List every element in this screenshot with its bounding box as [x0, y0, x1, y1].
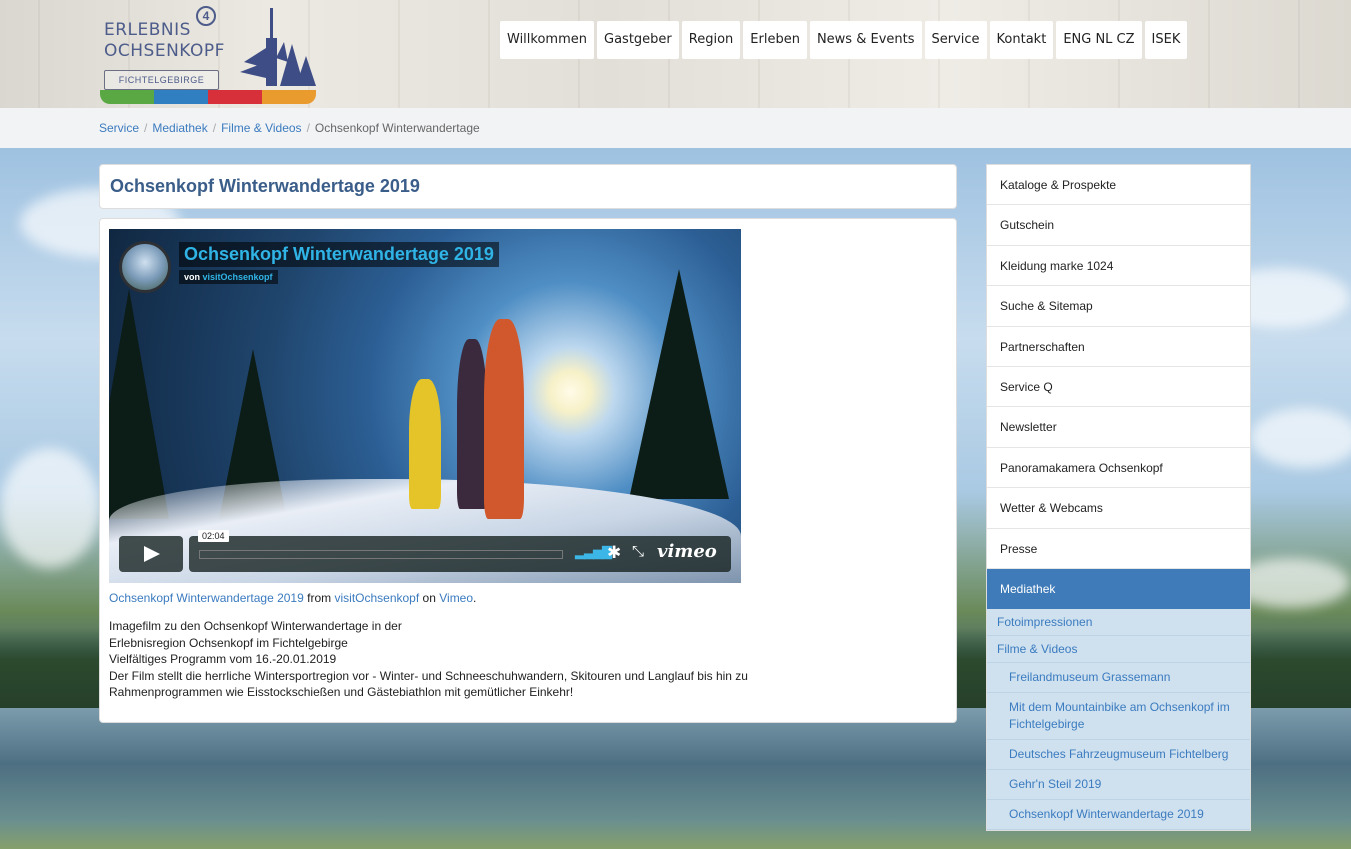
sidebar-item-gutschein[interactable]: Gutschein — [987, 205, 1250, 246]
sidebar-item-wetter-webcams[interactable]: Wetter & Webcams — [987, 488, 1250, 529]
logo-line1: ERLEBNIS — [104, 20, 191, 40]
sidebar-item-newsletter[interactable]: Newsletter — [987, 407, 1250, 448]
caption-on: on — [422, 591, 436, 605]
nav-region[interactable]: Region — [681, 21, 741, 59]
channel-avatar[interactable] — [119, 241, 171, 293]
sidebar-item-kataloge[interactable]: Kataloge & Prospekte — [987, 165, 1250, 206]
video-controls: 02:04 ▂▃▅▇ ✱ ⤡ vimeo — [119, 530, 731, 574]
video-title[interactable]: Ochsenkopf Winterwandertage 2019 — [179, 242, 499, 267]
breadcrumb-service[interactable]: Service — [99, 121, 139, 135]
video-caption: Ochsenkopf Winterwandertage 2019 from vi… — [109, 591, 476, 605]
sidebar-subitem-filme-videos[interactable]: Filme & Videos — [987, 636, 1250, 664]
breadcrumb-filme-videos[interactable]: Filme & Videos — [221, 121, 301, 135]
logo-line2: OCHSENKOPF — [104, 41, 225, 61]
sidebar-item-partnerschaften[interactable]: Partnerschaften — [987, 327, 1250, 367]
control-bar: 02:04 ▂▃▅▇ ✱ ⤡ vimeo — [189, 530, 731, 572]
nav-news-events[interactable]: News & Events — [809, 21, 922, 59]
caption-from: from — [307, 591, 332, 605]
breadcrumb-separator: / — [144, 121, 148, 135]
nav-service[interactable]: Service — [924, 21, 987, 59]
sidebar-item-service-q[interactable]: Service Q — [987, 367, 1250, 408]
sidebar-video-winterwandertage[interactable]: Ochsenkopf Winterwandertage 2019 — [987, 800, 1250, 831]
tower-icon — [240, 8, 316, 86]
logo-subtitle: FICHTELGEBIRGE — [104, 70, 219, 90]
site-logo[interactable]: ERLEBNIS 4 OCHSENKOPF FICHTELGEBIRGE — [100, 4, 316, 104]
logo-badge: 4 — [196, 6, 216, 26]
video-author-line: von visitOchsenkopf — [179, 270, 278, 284]
description-line: Erlebnisregion Ochsenkopf im Fichtelgebi… — [109, 635, 348, 650]
breadcrumb-separator: / — [306, 121, 310, 135]
gear-icon[interactable]: ✱ — [607, 543, 621, 563]
sidebar-item-mediathek[interactable]: Mediathek — [987, 568, 1250, 610]
description-line: Rahmenprogrammen wie Eisstockschießen un… — [109, 685, 574, 699]
sidebar-video-mountainbike[interactable]: Mit dem Mountainbike am Ochsenkopf im Fi… — [987, 693, 1250, 741]
vimeo-logo[interactable]: vimeo — [657, 541, 717, 562]
play-icon[interactable] — [119, 536, 183, 572]
video-description: Imagefilm zu den Ochsenkopf Winterwander… — [109, 618, 939, 701]
sidebar-item-kleidung[interactable]: Kleidung marke 1024 — [987, 246, 1250, 287]
nav-kontakt[interactable]: Kontakt — [989, 21, 1054, 59]
breadcrumb-current: Ochsenkopf Winterwandertage — [314, 121, 480, 135]
video-player[interactable]: Ochsenkopf Winterwandertage 2019 von vis… — [109, 229, 741, 583]
breadcrumb-separator: / — [212, 121, 217, 135]
description-line: Imagefilm zu den Ochsenkopf Winterwander… — [109, 619, 402, 633]
caption-end: . — [473, 591, 477, 605]
time-badge: 02:04 — [198, 530, 229, 542]
sidebar-item-suche-sitemap[interactable]: Suche & Sitemap — [987, 286, 1250, 327]
page-title: Ochsenkopf Winterwandertage 2019 — [110, 176, 420, 196]
sidebar-video-gehrn-steil[interactable]: Gehr'n Steil 2019 — [987, 770, 1250, 801]
site-header: ERLEBNIS 4 OCHSENKOPF FICHTELGEBIRGE Wil… — [0, 0, 1351, 108]
page-title-panel: Ochsenkopf Winterwandertage 2019 — [99, 164, 957, 209]
sidebar-video-fahrzeugmuseum[interactable]: Deutsches Fahrzeugmuseum Fichtelberg — [987, 740, 1250, 771]
nav-languages[interactable]: ENG NL CZ — [1056, 21, 1142, 59]
sidebar-item-presse[interactable]: Presse — [987, 529, 1250, 569]
sidebar-menu: Kataloge & Prospekte Gutschein Kleidung … — [986, 164, 1251, 832]
caption-author-link[interactable]: visitOchsenkopf — [334, 591, 419, 605]
description-line: Der Film stellt die herrliche Winterspor… — [109, 668, 748, 683]
progress-bar[interactable]: 02:04 — [198, 530, 563, 559]
video-author[interactable]: visitOchsenkopf — [203, 272, 273, 282]
sidebar-video-freilandmuseum[interactable]: Freilandmuseum Grassemann — [987, 663, 1250, 694]
nav-gastgeber[interactable]: Gastgeber — [597, 21, 679, 59]
nav-isek[interactable]: ISEK — [1144, 21, 1188, 59]
breadcrumb: Service / Mediathek / Filme & Videos / Ochsenk… — [0, 108, 1351, 148]
main-nav: Willkommen Gastgeber Region Erleben News… — [500, 21, 1188, 59]
fullscreen-icon[interactable]: ⤡ — [632, 543, 644, 560]
sidebar-subitem-fotoimpressionen[interactable]: Fotoimpressionen — [987, 609, 1250, 637]
video-by-prefix: von — [184, 272, 201, 282]
nav-willkommen[interactable]: Willkommen — [500, 21, 594, 59]
volume-icon[interactable]: ▂▃▅▇ — [575, 544, 612, 560]
caption-platform-link[interactable]: Vimeo — [439, 591, 473, 605]
content-panel: Ochsenkopf Winterwandertage 2019 von vis… — [99, 218, 957, 723]
sidebar-item-panoramakamera[interactable]: Panoramakamera Ochsenkopf — [987, 448, 1250, 489]
description-line: Vielfältiges Programm vom 16.-20.01.2019 — [109, 652, 337, 666]
caption-video-link[interactable]: Ochsenkopf Winterwandertage 2019 — [109, 591, 304, 605]
breadcrumb-mediathek[interactable]: Mediathek — [152, 121, 207, 135]
nav-erleben[interactable]: Erleben — [743, 21, 807, 59]
logo-color-stripes — [100, 90, 316, 104]
